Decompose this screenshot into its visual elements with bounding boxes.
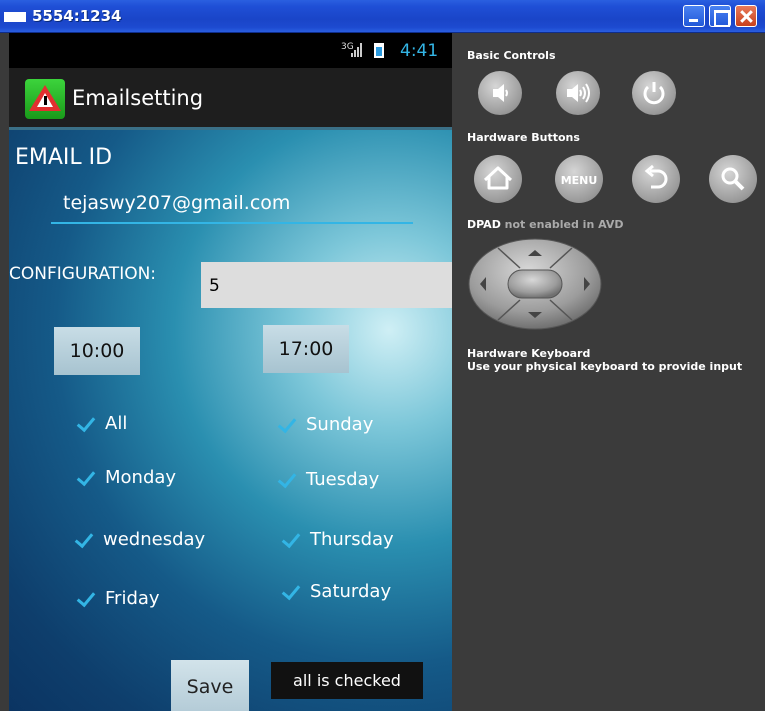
end-time-button[interactable]: 17:00 <box>263 325 349 373</box>
status-bar: 3G 4:41 <box>9 33 452 68</box>
email-label: EMAIL ID <box>15 145 113 170</box>
check-icon <box>75 468 97 490</box>
battery-icon <box>374 43 384 58</box>
home-icon[interactable] <box>474 155 522 203</box>
action-bar: Emailsetting <box>9 68 452 130</box>
configuration-field[interactable]: 5 <box>201 262 452 308</box>
back-icon[interactable] <box>632 155 680 203</box>
dpad-label: DPAD not enabled in AVD <box>467 218 624 231</box>
settings-form: EMAIL ID tejaswy207@gmail.com CONFIGURAT… <box>9 130 452 711</box>
menu-label: MENU <box>561 174 598 187</box>
emulator-controls: Basic Controls Hardware Buttons MENU DPA… <box>452 33 765 711</box>
dpad-icon[interactable] <box>468 238 602 330</box>
device-screen: 3G 4:41 Emailsetting EMAIL ID tejaswy207… <box>9 33 452 711</box>
hardware-keyboard-note: Use your physical keyboard to provide in… <box>467 360 743 373</box>
check-icon <box>75 589 97 611</box>
menu-button[interactable]: MENU <box>555 155 603 203</box>
signal-icon <box>351 43 363 57</box>
window-titlebar: 5554:1234 <box>0 0 765 33</box>
check-icon <box>280 530 302 552</box>
email-field[interactable]: tejaswy207@gmail.com <box>51 192 413 224</box>
app-title: Emailsetting <box>72 86 204 110</box>
window-title: 5554:1234 <box>32 7 122 25</box>
check-icon <box>276 415 298 437</box>
check-icon <box>75 414 97 436</box>
check-icon <box>73 530 95 552</box>
status-time: 4:41 <box>400 41 439 61</box>
hardware-buttons-label: Hardware Buttons <box>467 131 580 144</box>
warning-app-icon[interactable] <box>25 79 65 119</box>
minimize-button[interactable] <box>683 5 705 27</box>
basic-controls-label: Basic Controls <box>467 49 556 62</box>
close-button[interactable] <box>735 5 757 27</box>
volume-up-icon[interactable] <box>556 71 600 115</box>
window-icon <box>4 12 26 22</box>
hardware-keyboard-label: Hardware Keyboard <box>467 347 591 360</box>
check-icon <box>280 582 302 604</box>
check-icon <box>276 470 298 492</box>
save-button[interactable]: Save <box>171 660 249 711</box>
start-time-button[interactable]: 10:00 <box>54 327 140 375</box>
power-icon[interactable] <box>632 71 676 115</box>
search-icon[interactable] <box>709 155 757 203</box>
maximize-button[interactable] <box>709 5 731 27</box>
volume-down-icon[interactable] <box>478 71 522 115</box>
toast-message: all is checked <box>271 662 423 699</box>
configuration-label: CONFIGURATION: <box>9 264 157 284</box>
